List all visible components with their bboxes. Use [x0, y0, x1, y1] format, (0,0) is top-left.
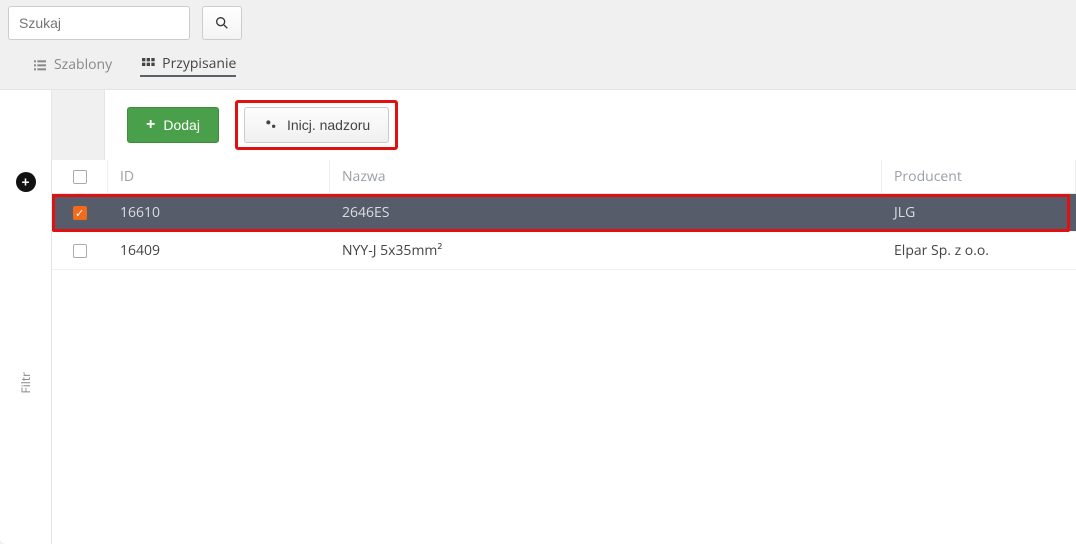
filter-label[interactable]: Filtr [17, 372, 34, 393]
gears-icon [263, 117, 279, 133]
add-button-label: Dodaj [163, 117, 200, 133]
sidebar: + Filtr [0, 160, 52, 544]
header-name[interactable]: Nazwa [330, 160, 882, 193]
row-producer: JLG [882, 194, 1076, 231]
sidebar-add-icon[interactable]: + [16, 172, 36, 192]
toolbar: + Dodaj Inicj. nadzoru [104, 90, 1076, 160]
tabs-bar: Szablony Przypisanie [0, 46, 1076, 90]
row-producer: Elpar Sp. z o.o. [882, 232, 1076, 269]
row-name: 2646ES [330, 194, 882, 231]
grid-icon [140, 56, 156, 72]
init-highlight: Inicj. nadzoru [235, 100, 398, 150]
table-row[interactable]: 16610 2646ES JLG [52, 194, 1076, 232]
plus-icon: + [146, 116, 155, 134]
tab-templates-label: Szablony [54, 55, 112, 74]
list-icon [32, 57, 48, 73]
header-producer[interactable]: Producent [882, 160, 1076, 193]
table-row[interactable]: 16409 NYY-J 5x35mm² Elpar Sp. z o.o. [52, 232, 1076, 270]
tab-assignment-label: Przypisanie [162, 54, 236, 73]
header-id[interactable]: ID [108, 160, 330, 193]
row-checkbox[interactable] [73, 244, 87, 258]
select-all-checkbox[interactable] [73, 170, 87, 184]
tab-templates[interactable]: Szablony [32, 54, 112, 77]
add-button[interactable]: + Dodaj [127, 107, 219, 143]
init-supervision-button[interactable]: Inicj. nadzoru [244, 107, 389, 143]
header-checkbox-cell[interactable] [52, 160, 108, 193]
data-table: ID Nazwa Producent 16610 2646ES JLG 1640… [52, 160, 1076, 544]
row-id: 16610 [108, 194, 330, 231]
tab-assignment[interactable]: Przypisanie [140, 54, 236, 77]
table-header: ID Nazwa Producent [52, 160, 1076, 194]
row-id: 16409 [108, 232, 330, 269]
search-button[interactable] [202, 6, 242, 40]
top-bar [0, 0, 1076, 46]
init-button-label: Inicj. nadzoru [287, 117, 370, 133]
search-input[interactable] [8, 6, 190, 40]
search-icon [214, 15, 230, 31]
row-checkbox[interactable] [73, 206, 87, 220]
row-name: NYY-J 5x35mm² [330, 232, 882, 269]
